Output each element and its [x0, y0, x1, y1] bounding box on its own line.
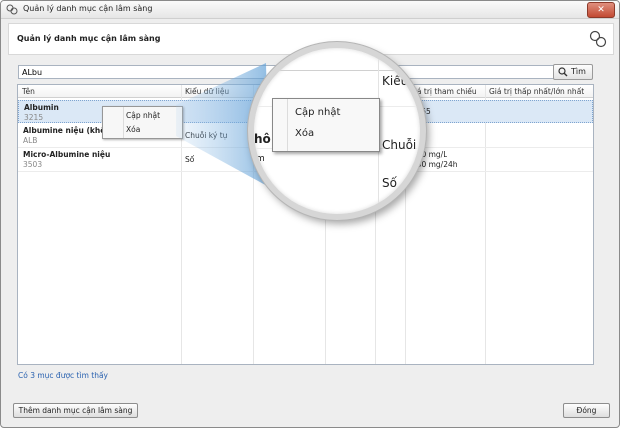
magnifier-fragment: m	[256, 154, 265, 164]
magnifier-content: Kiểu hô Chuỗi m Số Cập nhật Xóa	[254, 48, 420, 214]
main-window: Quản lý danh mục cận lâm sàng ✕ Quản lý …	[0, 0, 620, 428]
magnified-context-menu: Cập nhật Xóa	[272, 98, 380, 152]
result-count: Có 3 mục được tìm thấy	[18, 371, 108, 380]
magnifier-header-row	[254, 48, 420, 71]
magnifier-fragment: hô	[254, 132, 271, 146]
magnified-menu-item-update[interactable]: Cập nhật	[295, 107, 340, 118]
close-button[interactable]: Đóng	[563, 403, 610, 418]
magnifier-fragment: Chuỗi	[382, 138, 417, 152]
menu-gutter	[287, 99, 288, 151]
magnifier-fragment: Số	[382, 176, 397, 190]
magnified-menu-item-delete[interactable]: Xóa	[295, 128, 314, 139]
magnifier-lens: Kiểu hô Chuỗi m Số Cập nhật Xóa	[248, 42, 426, 220]
add-category-button[interactable]: Thêm danh mục cận lâm sàng	[13, 403, 138, 418]
magnifier-column-label: Kiểu	[382, 74, 409, 88]
